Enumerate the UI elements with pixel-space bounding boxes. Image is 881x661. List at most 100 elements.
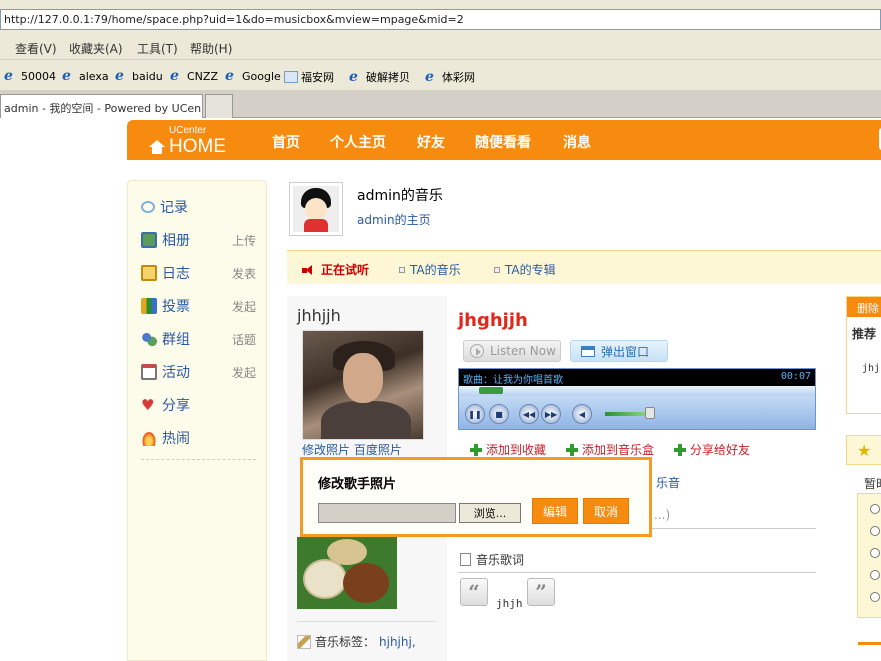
bookmark-cnzz[interactable]: e CNZZ xyxy=(170,69,218,83)
ie-page-icon: e xyxy=(425,69,434,85)
radio-option[interactable] xyxy=(870,526,880,536)
action-label: 分享给好友 xyxy=(690,443,751,457)
nav-friends[interactable]: 好友 xyxy=(417,132,445,152)
window-top-strip xyxy=(0,0,881,9)
nav-profile[interactable]: 个人主页 xyxy=(330,132,386,152)
tab-label: TA的专辑 xyxy=(505,263,556,277)
ie-page-icon: e xyxy=(170,68,179,84)
add-to-favorites-button[interactable]: 添加到收藏 xyxy=(470,441,546,458)
share-to-friends-button[interactable]: 分享给好友 xyxy=(674,441,750,458)
bookmark-alexa[interactable]: e alexa xyxy=(62,69,109,83)
bookmark-50004[interactable]: e 50004 xyxy=(4,69,56,83)
cancel-button[interactable]: 取消 xyxy=(583,498,629,524)
radio-option[interactable] xyxy=(870,592,880,602)
address-bar[interactable]: http://127.0.0.1:79/home/space.php?uid=1… xyxy=(0,9,881,30)
menu-favorites[interactable]: 收藏夹(A) xyxy=(69,40,123,57)
tab-label: TA的音乐 xyxy=(410,263,461,277)
popup-window-button[interactable]: 弹出窗口 xyxy=(570,340,668,362)
add-to-musicbox-button[interactable]: 添加到音乐盒 xyxy=(566,441,654,458)
sidebar-item-events[interactable]: 活动 发起 xyxy=(141,362,256,382)
bookmark-label: Google xyxy=(242,69,281,83)
nav-home[interactable]: 首页 xyxy=(272,132,300,152)
journal-icon xyxy=(141,265,157,281)
recommend-value: jhj xyxy=(862,363,881,374)
volume-knob[interactable] xyxy=(645,407,655,419)
ie-page-icon: e xyxy=(4,68,13,84)
sidebar-item-album[interactable]: 相册 上传 xyxy=(141,230,256,250)
sidebar-item-records[interactable]: 记录 xyxy=(141,197,256,217)
sidebar-item-groups[interactable]: 群组 话题 xyxy=(141,329,256,349)
player-seekbar[interactable] xyxy=(459,386,815,396)
open-quote-icon: “ xyxy=(460,578,488,606)
browser-tab-active[interactable]: admin - 我的空间 - Powered by UCen... xyxy=(0,94,203,118)
sidebar-item-blog[interactable]: 日志 发表 xyxy=(141,263,256,283)
button-label: Listen Now xyxy=(490,344,556,358)
divider xyxy=(297,621,437,622)
heart-icon: ♥ xyxy=(141,396,155,414)
avatar[interactable] xyxy=(289,182,343,236)
ie-page-icon: e xyxy=(62,68,71,84)
baidu-photo-link[interactable]: 百度照片 xyxy=(354,443,402,457)
sidebar-item-label: 群组 xyxy=(162,332,190,348)
lyrics-header-label: 音乐歌词 xyxy=(476,553,525,567)
stop-icon[interactable]: ■ xyxy=(489,404,509,424)
tab-ta-album[interactable]: TA的专辑 xyxy=(494,261,556,278)
sidebar-item-sub-upload[interactable]: 上传 xyxy=(232,232,256,249)
sidebar-item-sub-start[interactable]: 发起 xyxy=(232,364,256,381)
radio-option[interactable] xyxy=(870,570,880,580)
browser-tabbar: admin - 我的空间 - Powered by UCen... xyxy=(0,90,881,118)
sidebar-item-poll[interactable]: 投票 发起 xyxy=(141,296,256,316)
new-tab-button[interactable] xyxy=(205,94,233,118)
plus-icon xyxy=(566,443,578,456)
bookmark-google[interactable]: e Google xyxy=(225,69,281,83)
radio-option[interactable] xyxy=(870,548,880,558)
browse-button[interactable]: 浏览... xyxy=(459,503,521,523)
menu-help[interactable]: 帮助(H) xyxy=(190,40,232,57)
site-header: UCenter HOME 首页 个人主页 好友 随便看看 消息 xyxy=(127,120,881,160)
tag-link[interactable]: hjhjhj, xyxy=(379,635,416,649)
folder-icon xyxy=(284,71,298,83)
lyrics-header: 音乐歌词 xyxy=(460,551,524,568)
edit-photo-link[interactable]: 修改照片 xyxy=(302,443,350,457)
profile-home-link[interactable]: admin的主页 xyxy=(357,211,431,228)
bookmark-baidu[interactable]: e baidu xyxy=(115,69,163,83)
pause-icon[interactable]: ❚❚ xyxy=(465,404,485,424)
tab-ta-music[interactable]: TA的音乐 xyxy=(399,261,461,278)
ie-page-icon: e xyxy=(115,68,124,84)
logo-home[interactable]: HOME xyxy=(149,136,226,158)
menu-tools[interactable]: 工具(T) xyxy=(137,40,178,57)
group-icon xyxy=(141,331,157,347)
bookmark-pojie[interactable]: e 破解拷贝 xyxy=(349,69,410,85)
tab-now-listening[interactable]: 正在试听 xyxy=(302,261,369,278)
sidebar-divider xyxy=(141,459,256,460)
page-title: admin的音乐 xyxy=(357,188,443,204)
bookmarks-bar: e 50004 e alexa e baidu e CNZZ e Google 福安网 e… xyxy=(0,60,881,90)
sidebar-item-share[interactable]: ♥ 分享 xyxy=(141,395,256,415)
edit-button[interactable]: 编辑 xyxy=(532,498,578,524)
plus-icon xyxy=(674,443,686,456)
bookmark-fuan[interactable]: 福安网 xyxy=(284,69,334,85)
seek-knob[interactable] xyxy=(479,387,503,394)
bar-chart-icon xyxy=(141,298,157,314)
sidebar-item-sub-publish[interactable]: 发表 xyxy=(232,265,256,282)
sidebar-item-hot[interactable]: 热闹 xyxy=(141,428,256,448)
avatar-image xyxy=(293,186,339,232)
bookmark-ticai[interactable]: e 体彩网 xyxy=(425,69,475,85)
bookmark-label: 福安网 xyxy=(301,71,334,84)
next-icon[interactable]: ▶▶ xyxy=(541,404,561,424)
divider xyxy=(458,572,816,573)
listen-now-button[interactable]: Listen Now xyxy=(463,340,561,362)
volume-icon[interactable]: ◀ xyxy=(572,404,592,424)
previous-icon[interactable]: ◀◀ xyxy=(519,404,539,424)
delete-button[interactable]: 删除 xyxy=(847,297,881,317)
nav-messages[interactable]: 消息 xyxy=(563,132,591,152)
menu-view[interactable]: 查看(V) xyxy=(15,40,57,57)
sidebar-item-sub-topic[interactable]: 话题 xyxy=(232,331,256,348)
logo-home-text: HOME xyxy=(169,136,226,157)
nav-browse[interactable]: 随便看看 xyxy=(475,132,531,152)
sidebar-item-sub-start[interactable]: 发起 xyxy=(232,298,256,315)
singer-photo xyxy=(302,330,424,440)
music-link[interactable]: 乐音 xyxy=(656,474,680,491)
radio-option[interactable] xyxy=(870,504,880,514)
file-path-input[interactable] xyxy=(318,503,456,523)
